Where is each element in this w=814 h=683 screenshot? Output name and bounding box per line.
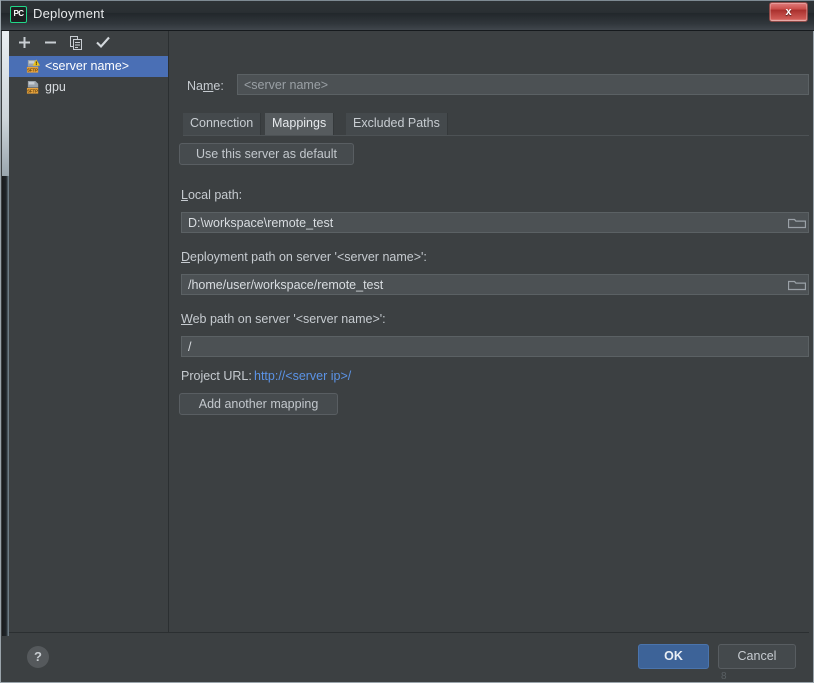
cancel-button[interactable]: Cancel [718, 644, 796, 669]
tabs-underline [183, 135, 809, 136]
add-another-mapping-button[interactable]: Add another mapping [179, 393, 338, 415]
plus-icon [18, 37, 30, 48]
copy-icon [69, 36, 82, 50]
local-path-label: Local path: [181, 188, 242, 202]
local-path-label-rest: ocal path: [187, 188, 243, 202]
deployment-path-label-rest: eployment path on server '<server name>'… [190, 250, 427, 264]
sidebar-item-server-name[interactable]: SFTP <server name> [9, 56, 168, 77]
name-label-post: e: [213, 79, 224, 93]
svg-text:SFTP: SFTP [27, 88, 38, 93]
project-url-label: Project URL: [181, 369, 252, 383]
deployment-path-browse-button[interactable] [786, 275, 808, 294]
add-server-button[interactable] [14, 34, 34, 52]
web-path-label: Web path on server '<server name>': [181, 312, 386, 326]
set-default-button[interactable] [93, 34, 113, 52]
local-path-browse-button[interactable] [786, 213, 808, 232]
tab-excluded-paths[interactable]: Excluded Paths [346, 113, 448, 135]
web-path-input[interactable] [181, 336, 809, 357]
web-path-label-mnemonic: W [181, 312, 193, 326]
window-edge-highlight [2, 31, 9, 176]
folder-icon [788, 280, 806, 291]
web-path-label-rest: eb path on server '<server name>': [192, 312, 386, 326]
close-button[interactable]: x [769, 2, 808, 22]
check-icon [96, 36, 110, 49]
name-input[interactable] [237, 74, 809, 95]
sidebar-item-label: <server name> [45, 59, 130, 73]
sidebar-item-label: gpu [45, 80, 66, 94]
footer-artifact: 8 [721, 671, 727, 682]
content-frame: SFTP <server name> SFTP gpu Name: <serve… [9, 31, 809, 633]
local-path-label-mnemonic: L [181, 188, 188, 202]
deployment-path-input[interactable] [181, 274, 809, 295]
help-button[interactable]: ? [27, 646, 49, 668]
remove-server-button[interactable] [40, 34, 60, 52]
svg-text:SFTP: SFTP [27, 67, 38, 72]
sftp-warning-icon: SFTP [26, 59, 41, 73]
server-settings-pane: Name: Connection Mappings Excluded Paths… [169, 31, 809, 632]
dialog-body: SFTP <server name> SFTP gpu Name: <serve… [2, 31, 812, 682]
name-label: Name: [187, 79, 224, 93]
server-list-sidebar: SFTP <server name> SFTP gpu [9, 31, 169, 632]
ok-button[interactable]: OK [638, 644, 709, 669]
sidebar-item-gpu[interactable]: SFTP gpu [9, 77, 168, 98]
dialog-footer: ? OK Cancel 8 [9, 633, 809, 682]
name-label-mnemonic: m [202, 79, 214, 93]
settings-tabs: Connection Mappings Excluded Paths [183, 113, 809, 135]
window-edge-shadow [2, 176, 9, 636]
window-title: Deployment [33, 6, 105, 21]
deployment-path-label-mnemonic: D [181, 250, 191, 264]
folder-icon [788, 218, 806, 229]
local-path-input[interactable] [181, 212, 809, 233]
sftp-icon: SFTP [26, 80, 39, 94]
pycharm-icon: PC [10, 6, 27, 23]
server-list-toolbar [9, 31, 168, 55]
title-bar: PC Deployment x [1, 0, 814, 31]
project-url-link[interactable]: http://<server ip>/ [254, 369, 351, 383]
tab-mappings[interactable]: Mappings [265, 113, 335, 135]
deployment-dialog-window: PC Deployment x SFTP <server name> SFTP … [0, 0, 814, 683]
name-label-pre: Na [187, 79, 203, 93]
deployment-path-label: Deployment path on server '<server name>… [181, 250, 427, 264]
use-this-server-as-default-button[interactable]: Use this server as default [179, 143, 354, 165]
tab-connection[interactable]: Connection [183, 113, 262, 135]
minus-icon [44, 41, 56, 44]
copy-server-button[interactable] [66, 34, 86, 52]
